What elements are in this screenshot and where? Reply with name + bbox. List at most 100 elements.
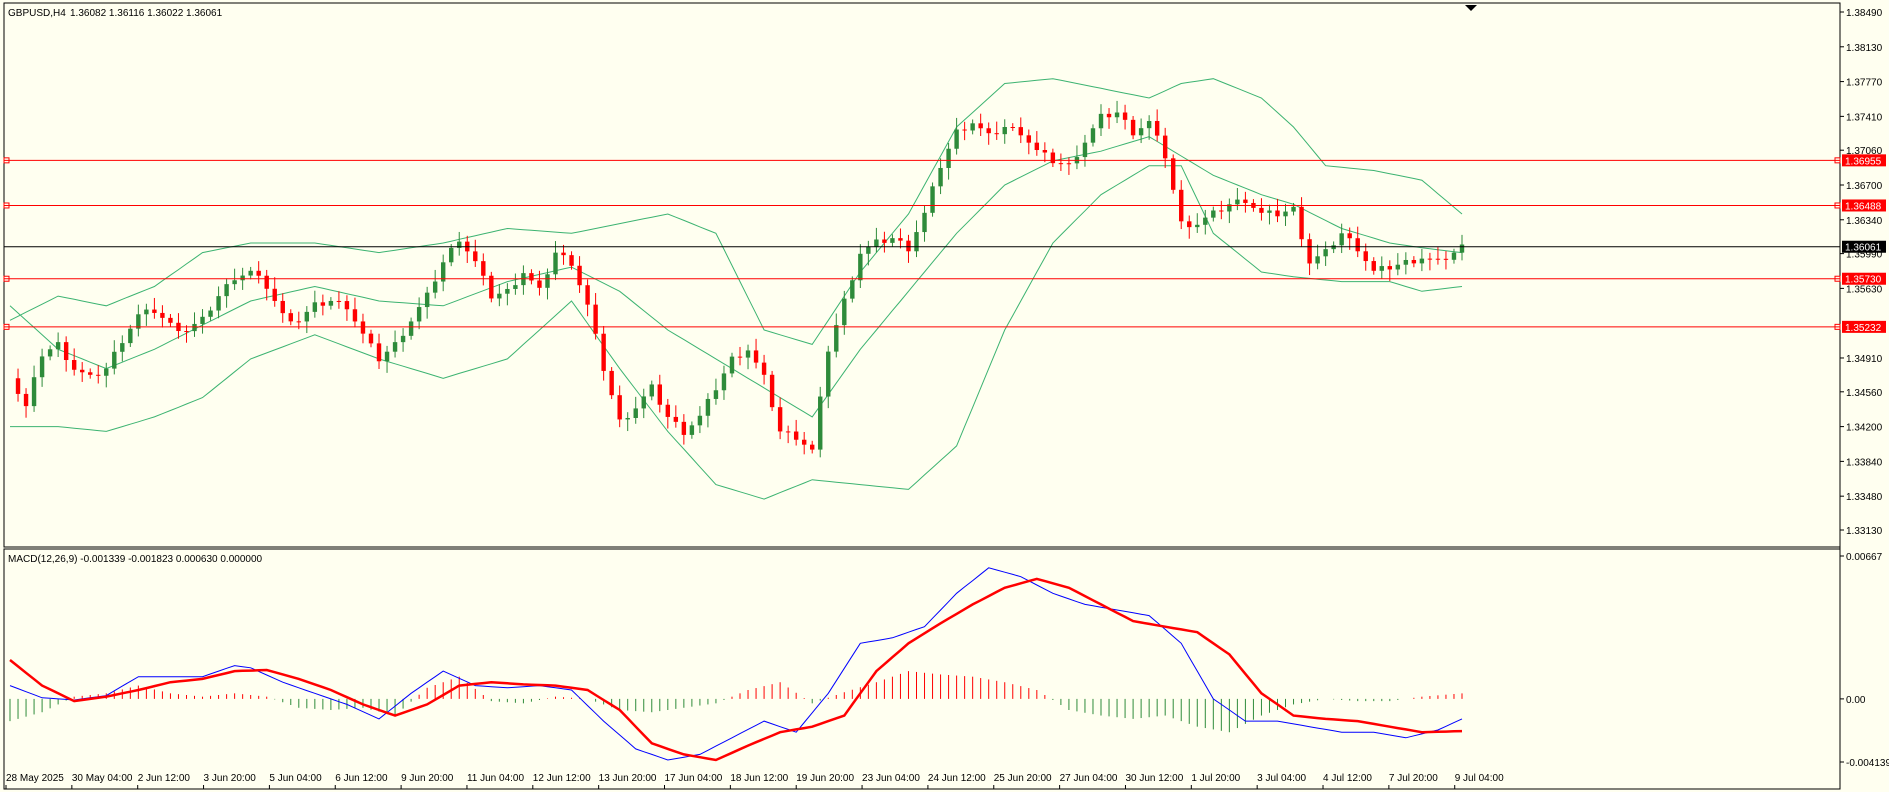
candle-body xyxy=(336,300,342,302)
candle-body xyxy=(1419,258,1425,264)
candle-body xyxy=(946,148,951,168)
time-tick-label: 30 May 04:00 xyxy=(72,773,133,784)
candle-body xyxy=(1403,259,1409,265)
price-tick-label: 1.33840 xyxy=(1846,457,1883,468)
candle-body xyxy=(769,374,775,408)
candle-body xyxy=(248,270,253,276)
candle-body xyxy=(304,311,310,322)
candle-body xyxy=(224,284,229,297)
horizontal-levels[interactable]: 1.369551.364881.357301.352321.36061 xyxy=(3,154,1886,334)
candle-body xyxy=(601,333,606,371)
candle-body xyxy=(1002,127,1007,135)
candle-body xyxy=(1018,127,1023,136)
candle-body xyxy=(1195,224,1200,228)
candle-body xyxy=(104,368,109,376)
candle-body xyxy=(23,393,29,407)
price-tick-label: 1.35630 xyxy=(1846,284,1883,295)
candle-body xyxy=(144,309,149,315)
price-tick-label: 1.35990 xyxy=(1846,250,1883,261)
candle-body xyxy=(1010,127,1015,129)
candle-body xyxy=(858,253,863,281)
time-tick-label: 7 Jul 20:00 xyxy=(1389,773,1438,784)
candle-body xyxy=(850,280,855,299)
candle-body xyxy=(986,128,991,134)
candle-body xyxy=(1042,150,1048,153)
candle-body xyxy=(288,313,293,322)
bollinger-middle-band xyxy=(9,136,1463,418)
candle-body xyxy=(408,321,414,336)
axes: 1.38490 1.38130 1.37770 1.37410 1.37060 1.367… xyxy=(5,8,1889,789)
candle-body xyxy=(1187,221,1192,228)
candle-body xyxy=(561,252,566,256)
candle-body xyxy=(1443,258,1449,260)
candle-body xyxy=(424,292,430,308)
macd-panel-frame xyxy=(3,548,1841,790)
candle-body xyxy=(673,416,679,422)
candle-body xyxy=(537,280,542,288)
time-tick-label: 1 Jul 20:00 xyxy=(1191,773,1240,784)
time-tick-label: 23 Jun 04:00 xyxy=(862,773,920,784)
candle-body xyxy=(384,351,390,362)
price-tick-label: 1.33130 xyxy=(1846,526,1883,537)
candle-body xyxy=(1323,249,1328,257)
chart-shift-marker-icon[interactable] xyxy=(1465,5,1477,11)
candle-body xyxy=(296,321,302,323)
candle-body xyxy=(15,378,21,394)
price-tick-label: 1.34910 xyxy=(1846,354,1883,365)
candle-body xyxy=(962,129,967,131)
time-tick-label: 6 Jun 12:00 xyxy=(335,773,388,784)
candle-body xyxy=(1170,158,1176,190)
candle-body xyxy=(192,323,197,332)
candle-body xyxy=(793,431,799,440)
price-tick-label: 1.37770 xyxy=(1846,78,1883,89)
candle-body xyxy=(842,298,847,326)
candle-body xyxy=(31,377,37,407)
candle-body xyxy=(513,285,518,289)
candle-body xyxy=(729,356,735,374)
candle-body xyxy=(392,342,398,352)
candle-body xyxy=(1307,239,1312,264)
price-tick-label: 1.34200 xyxy=(1846,423,1883,434)
candle-body xyxy=(826,351,831,397)
candle-body xyxy=(473,251,478,262)
candle-body xyxy=(1435,258,1441,260)
candle-body xyxy=(449,247,454,263)
candle-body xyxy=(834,325,839,352)
level-tag-text: 1.36955 xyxy=(1845,156,1882,167)
time-tick-label: 18 Jun 12:00 xyxy=(730,773,788,784)
candle-body xyxy=(657,384,662,405)
chart-canvas[interactable]: 1.369551.364881.357301.352321.36061 1.38… xyxy=(0,0,1889,792)
candle-body xyxy=(777,407,783,432)
price-tick-label: 1.37410 xyxy=(1846,112,1883,123)
candle-body xyxy=(1395,264,1401,270)
time-tick-label: 4 Jul 12:00 xyxy=(1323,773,1372,784)
candle-body xyxy=(649,384,654,397)
macd-indicator xyxy=(9,567,1463,762)
signal-line xyxy=(9,577,1463,762)
candle-body xyxy=(761,362,767,375)
candle-body xyxy=(818,396,823,450)
candle-body xyxy=(753,350,759,363)
candle-body xyxy=(368,333,374,344)
candle-body xyxy=(1098,113,1104,129)
candle-body xyxy=(665,404,671,417)
candle-body xyxy=(200,316,205,324)
candle-body xyxy=(184,331,189,333)
candle-body xyxy=(874,239,879,247)
candle-body xyxy=(906,240,911,252)
time-tick-label: 28 May 2025 xyxy=(6,773,64,784)
candle-body xyxy=(1146,121,1152,129)
candle-body xyxy=(617,395,622,420)
candle-body xyxy=(79,369,85,373)
candle-body xyxy=(432,281,438,293)
candle-body xyxy=(376,343,382,362)
candle-body xyxy=(96,374,101,376)
candle-body xyxy=(1259,207,1264,213)
time-tick-label: 24 Jun 12:00 xyxy=(928,773,986,784)
macd-tick-label: 0.00 xyxy=(1846,695,1866,706)
candle-body xyxy=(360,321,366,334)
time-tick-label: 3 Jul 04:00 xyxy=(1257,773,1306,784)
price-tick-label: 1.36700 xyxy=(1846,181,1883,192)
candle-body xyxy=(1130,119,1136,136)
time-tick-label: 11 Jun 04:00 xyxy=(467,773,525,784)
